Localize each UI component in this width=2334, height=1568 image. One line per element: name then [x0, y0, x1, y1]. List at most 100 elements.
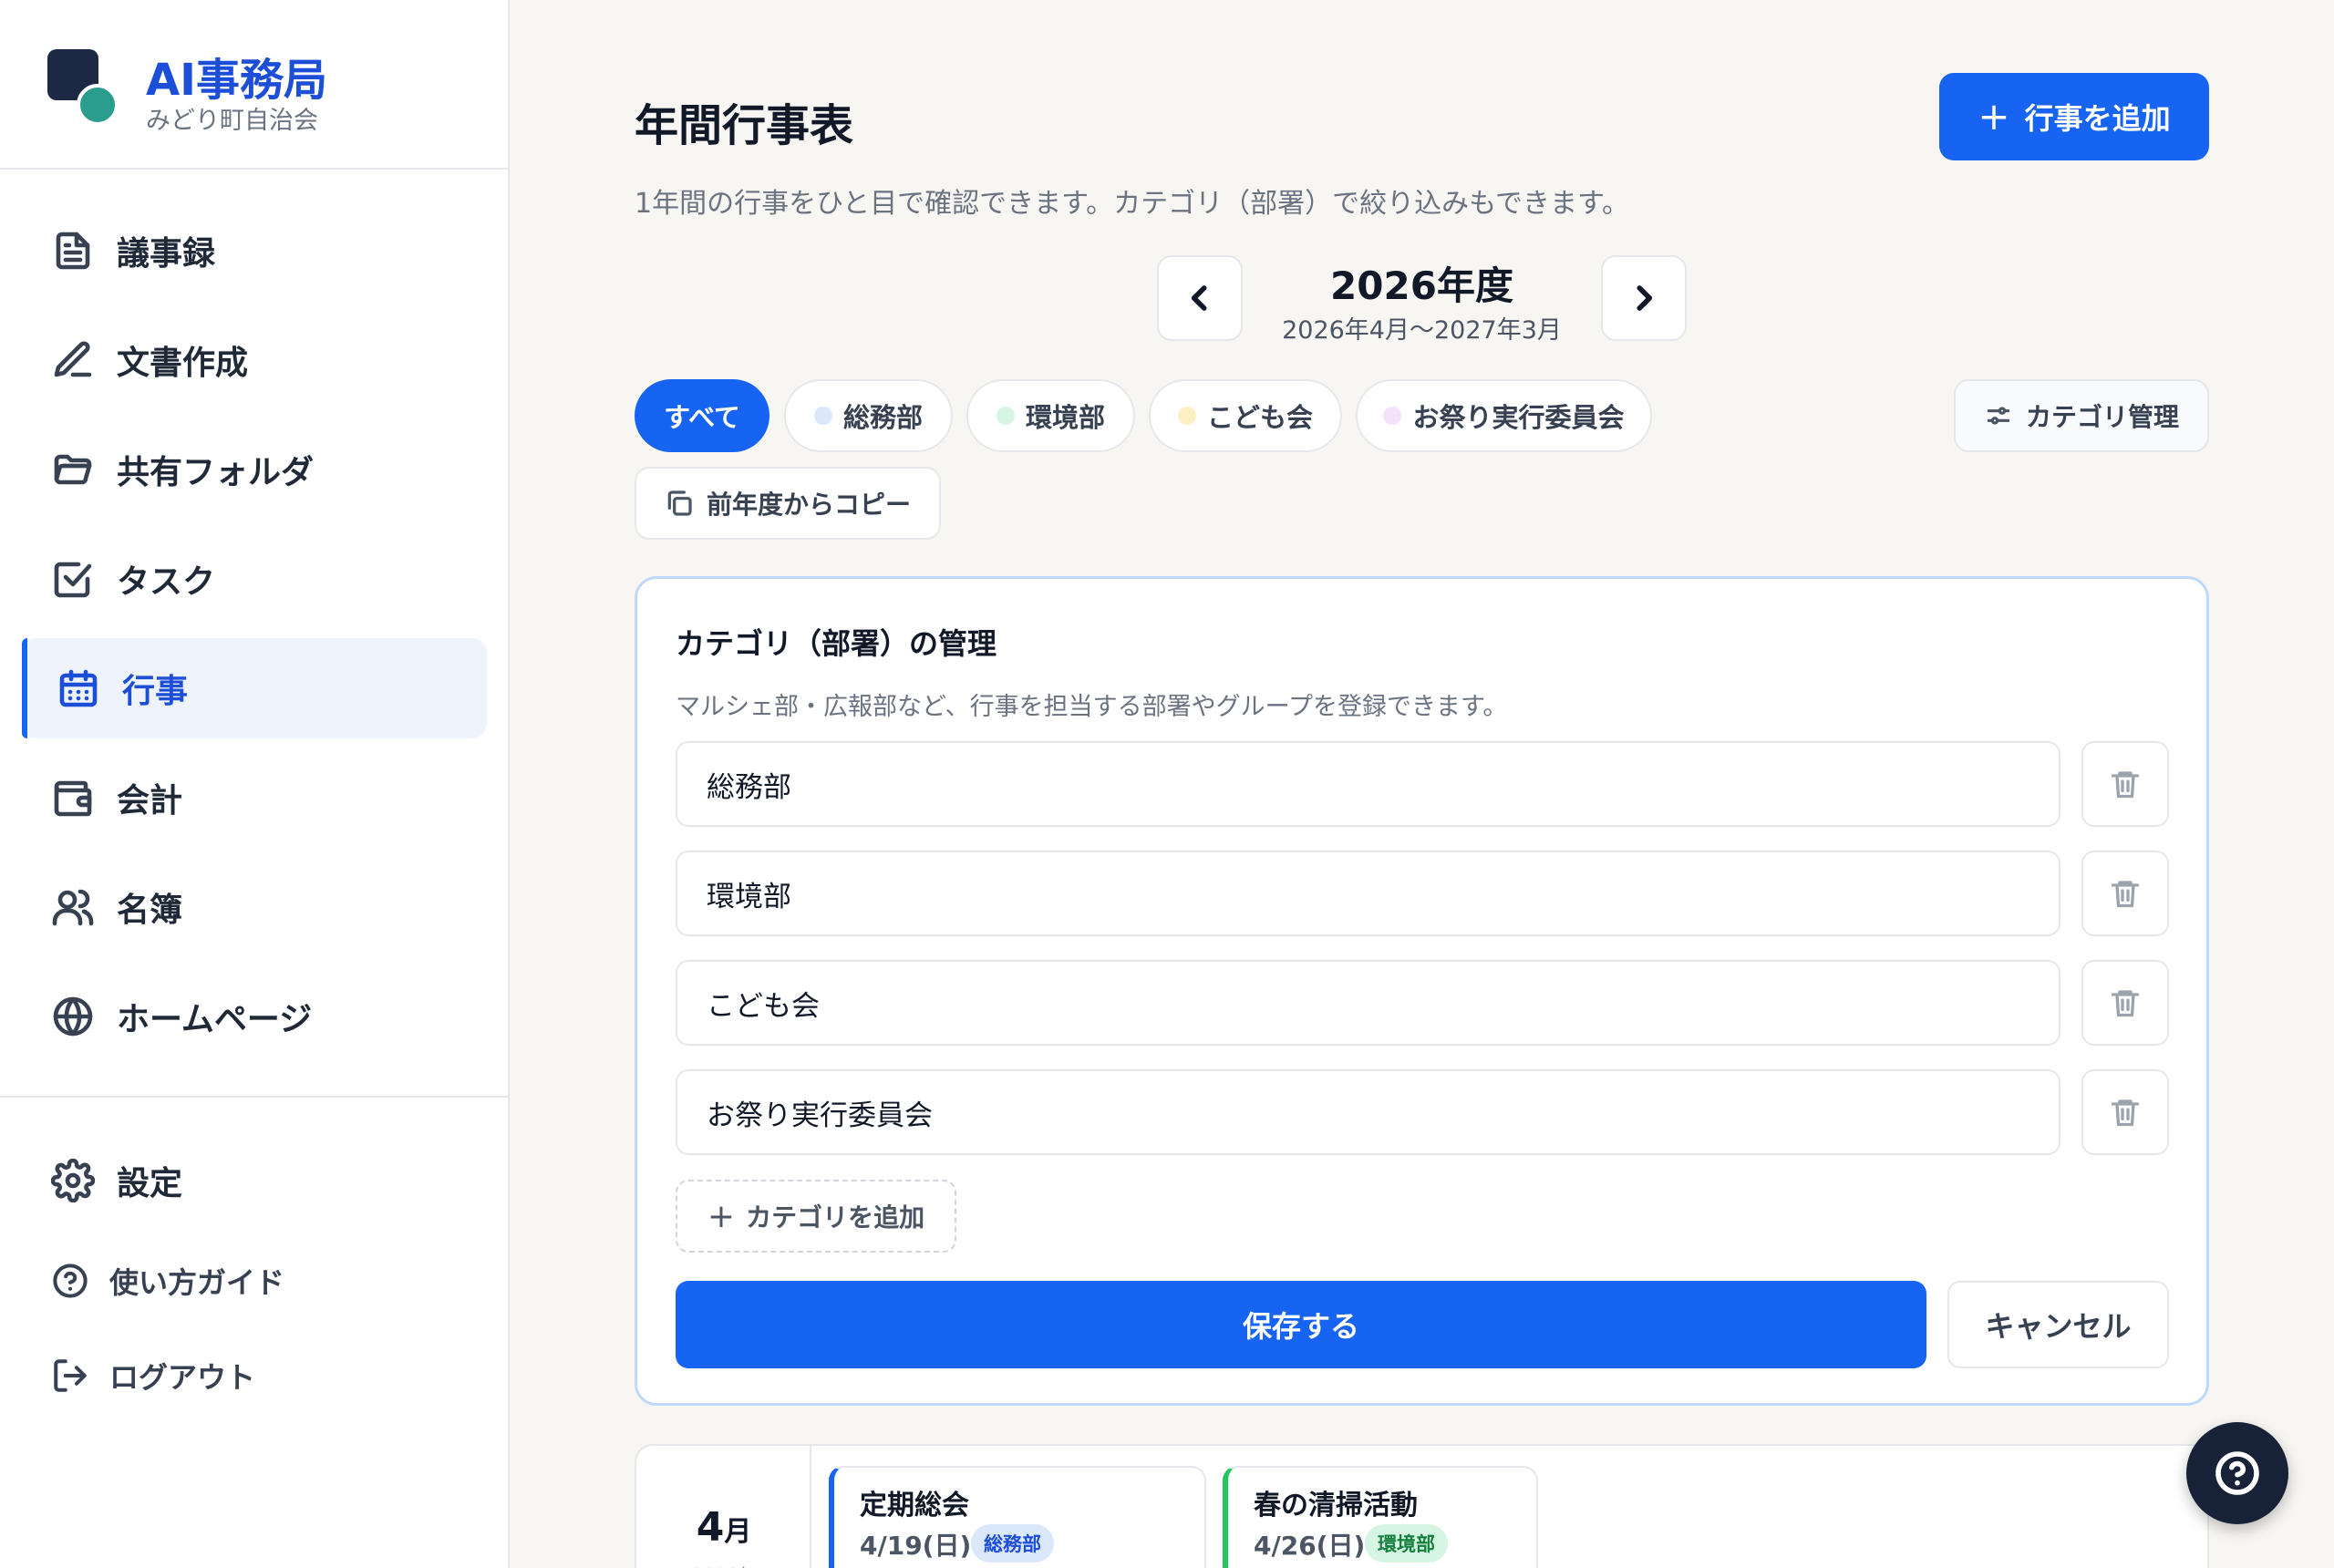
- document-icon: [51, 229, 95, 273]
- month-header: 4月 2026年: [636, 1446, 811, 1568]
- sidebar-item-shared-folder[interactable]: 共有フォルダ: [22, 419, 487, 520]
- delete-category-button[interactable]: [2081, 960, 2169, 1046]
- trash-icon: [2111, 1099, 2140, 1127]
- prev-year-button[interactable]: [1157, 255, 1243, 341]
- add-event-button[interactable]: + 行事を追加: [1939, 73, 2209, 160]
- category-dot: [813, 407, 832, 425]
- next-year-button[interactable]: [1601, 255, 1687, 341]
- sidebar-item-accounting[interactable]: 会計: [22, 748, 487, 848]
- trash-icon: [2111, 771, 2140, 799]
- filter-chip-label: お祭り実行委員会: [1412, 402, 1625, 433]
- sidebar-divider: [0, 168, 510, 170]
- panel-title: カテゴリ（部署）の管理: [676, 626, 997, 661]
- help-circle-icon: [51, 1262, 89, 1300]
- filter-chip-label: 総務部: [842, 402, 923, 433]
- delete-category-button[interactable]: [2081, 741, 2169, 827]
- trash-icon: [2111, 990, 2140, 1017]
- wallet-icon: [51, 776, 95, 820]
- copy-previous-year-button[interactable]: 前年度からコピー: [635, 467, 941, 540]
- sidebar-item-events[interactable]: 行事: [22, 638, 487, 738]
- chevron-left-icon: [1191, 285, 1207, 311]
- copy-icon: [667, 490, 692, 516]
- panel-description: マルシェ部・広報部など、行事を担当する部署やグループを登録できます。: [676, 693, 1508, 721]
- category-management-panel: カテゴリ（部署）の管理 マルシェ部・広報部など、行事を担当する部署やグループを登…: [635, 576, 2209, 1406]
- sidebar-divider: [0, 1096, 510, 1098]
- sidebar-item-label: タスク: [117, 563, 216, 601]
- event-date: 4/26(日): [1254, 1531, 1366, 1561]
- add-event-label: 行事を追加: [2024, 101, 2171, 136]
- category-name-input[interactable]: 総務部: [676, 741, 2060, 827]
- plus-icon: +: [707, 1197, 736, 1235]
- category-manage-button[interactable]: カテゴリ管理: [1954, 379, 2209, 452]
- sidebar-item-label: 文書作成: [117, 345, 249, 382]
- chevron-right-icon: [1637, 285, 1653, 311]
- sidebar-item-label: 使い方ガイド: [109, 1265, 285, 1300]
- sidebar-item-logout[interactable]: ログアウト: [22, 1326, 487, 1426]
- sliders-icon: [1987, 407, 2010, 425]
- sidebar-item-label: 設定: [117, 1165, 183, 1202]
- sidebar-item-label: ログアウト: [109, 1360, 256, 1395]
- add-category-button[interactable]: + カテゴリを追加: [676, 1180, 956, 1253]
- category-name-input[interactable]: お祭り実行委員会: [676, 1069, 2060, 1155]
- main-content: 年間行事表 1年間の行事をひと目で確認できます。カテゴリ（部署）で絞り込みもでき…: [511, 0, 2334, 1568]
- event-date: 4/19(日): [860, 1531, 972, 1561]
- event-category-badge: 総務部: [971, 1524, 1054, 1563]
- fiscal-year-label: 2026年度: [1330, 263, 1513, 308]
- sidebar-item-label: 議事録: [117, 235, 216, 273]
- pen-icon: [51, 338, 95, 382]
- event-title: 春の清掃活動: [1254, 1490, 1418, 1522]
- help-button[interactable]: [2186, 1422, 2288, 1524]
- sidebar-item-documents[interactable]: 文書作成: [22, 310, 487, 410]
- sidebar-item-tasks[interactable]: タスク: [22, 529, 487, 629]
- users-icon: [51, 885, 95, 929]
- annual-calendar: 4月 2026年 定期総会 4/19(日) 総務部 春の清掃活動 4/26(日)…: [635, 1444, 2209, 1568]
- category-dot: [996, 407, 1015, 425]
- filter-chip-label: すべて: [664, 402, 740, 433]
- page-description: 1年間の行事をひと目で確認できます。カテゴリ（部署）で絞り込みもできます。: [635, 188, 1629, 220]
- fiscal-year-range: 2026年4月〜2027年3月: [1282, 316, 1562, 345]
- category-name-input[interactable]: こども会: [676, 960, 2060, 1046]
- event-card[interactable]: 定期総会 4/19(日) 総務部: [829, 1466, 1206, 1568]
- category-manage-label: カテゴリ管理: [2025, 402, 2179, 432]
- sidebar-item-label: 会計: [117, 782, 183, 820]
- filter-chip-label: こども会: [1206, 402, 1313, 433]
- event-category-badge: 環境部: [1365, 1524, 1448, 1563]
- brand-subtitle: みどり町自治会: [146, 107, 318, 135]
- help-icon: [2215, 1451, 2259, 1495]
- sidebar-item-guide[interactable]: 使い方ガイド: [22, 1231, 487, 1331]
- trash-icon: [2111, 881, 2140, 908]
- page-title: 年間行事表: [635, 100, 854, 151]
- brand-logo: [47, 49, 120, 126]
- event-card[interactable]: 春の清掃活動 4/26(日) 環境部: [1223, 1466, 1538, 1568]
- delete-category-button[interactable]: [2081, 851, 2169, 936]
- filter-chip-kodomo[interactable]: こども会: [1149, 379, 1342, 452]
- sidebar-item-label: 共有フォルダ: [117, 454, 315, 491]
- category-name-input[interactable]: 環境部: [676, 851, 2060, 936]
- save-button[interactable]: 保存する: [676, 1281, 1926, 1368]
- sidebar-item-label: 行事: [122, 673, 189, 710]
- filter-chip-soumu[interactable]: 総務部: [784, 379, 953, 452]
- copy-previous-year-label: 前年度からコピー: [706, 490, 911, 520]
- month-year-label: 2026年: [636, 1561, 811, 1568]
- sidebar-item-label: ホームページ: [117, 1001, 313, 1038]
- delete-category-button[interactable]: [2081, 1069, 2169, 1155]
- filter-chip-omatsuri[interactable]: お祭り実行委員会: [1356, 379, 1652, 452]
- filter-chip-all[interactable]: すべて: [635, 379, 769, 452]
- filter-chip-label: 環境部: [1025, 402, 1105, 433]
- sidebar-item-homepage[interactable]: ホームページ: [22, 966, 487, 1067]
- category-dot: [1177, 407, 1196, 425]
- plus-icon: +: [1978, 94, 2010, 139]
- event-title: 定期総会: [860, 1490, 969, 1522]
- sidebar-item-roster[interactable]: 名簿: [22, 857, 487, 957]
- gear-icon: [50, 1158, 96, 1203]
- month-label: 4月: [696, 1504, 752, 1551]
- cancel-button[interactable]: キャンセル: [1947, 1281, 2169, 1368]
- globe-icon: [51, 995, 95, 1038]
- sidebar-item-label: 名簿: [117, 892, 183, 929]
- folder-icon: [51, 448, 95, 491]
- checkbox-icon: [51, 557, 95, 601]
- sidebar: AI事務局 みどり町自治会 議事録 文書作成 共有フォルダ タスク 行事 会計: [0, 0, 510, 1568]
- sidebar-item-settings[interactable]: 設定: [22, 1130, 487, 1231]
- sidebar-item-minutes[interactable]: 議事録: [22, 201, 487, 301]
- filter-chip-kankyo[interactable]: 環境部: [966, 379, 1135, 452]
